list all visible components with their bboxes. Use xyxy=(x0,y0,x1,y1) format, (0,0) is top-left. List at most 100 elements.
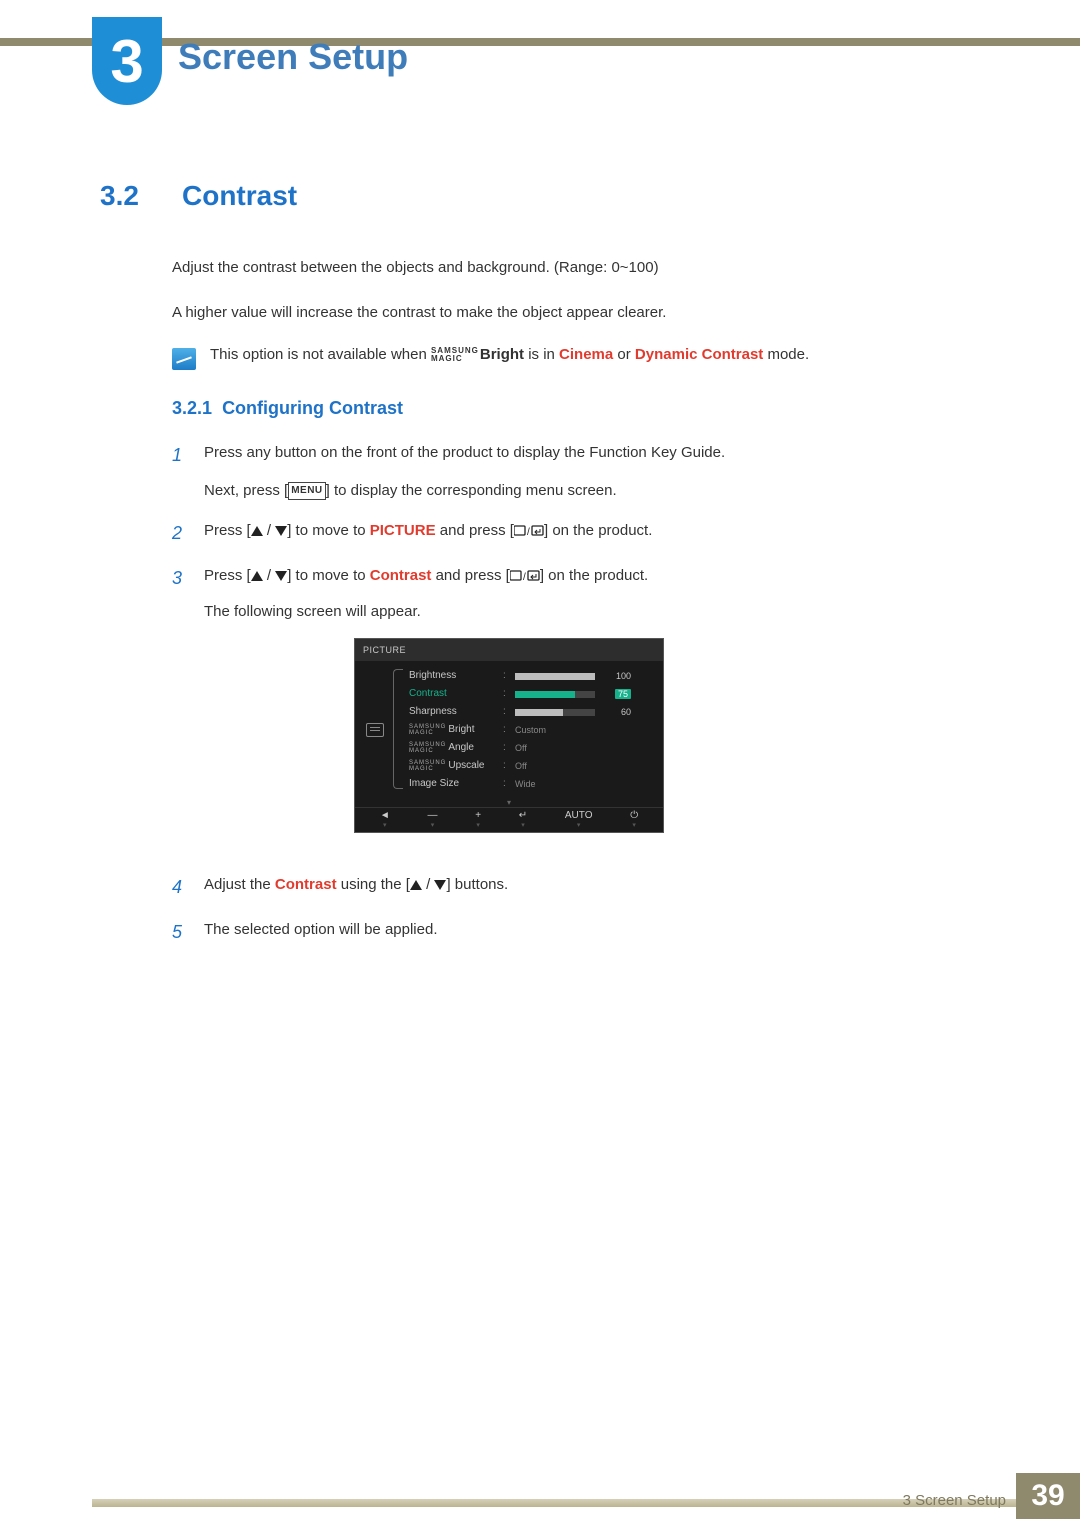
osd-bar xyxy=(515,691,595,698)
osd-colon: : xyxy=(503,722,509,738)
page-footer: 3 Screen Setup 39 xyxy=(0,1467,1080,1527)
osd-label: Sharpness xyxy=(409,704,497,720)
enter-icon: / xyxy=(514,522,544,539)
step-2-body: Press [ / ] to move to PICTURE and press… xyxy=(204,519,1000,548)
up-arrow-icon xyxy=(251,571,263,581)
osd-brace xyxy=(393,669,403,789)
enter-icon: / xyxy=(510,567,540,584)
s3-tail: The following screen will appear. xyxy=(204,600,1000,624)
step-4-body: Adjust the Contrast using the [ / ] butt… xyxy=(204,873,1000,902)
down-arrow-icon xyxy=(434,880,446,890)
osd-label: SAMSUNGMAGICBright xyxy=(409,722,497,738)
osd-row: SAMSUNGMAGICUpscale:Off xyxy=(395,757,655,775)
s2-picture: PICTURE xyxy=(370,522,436,539)
osd-footer-button: ⏻▾ xyxy=(630,812,638,830)
osd-colon: : xyxy=(503,740,509,756)
chapter-title: Screen Setup xyxy=(178,36,408,78)
osd-colon: : xyxy=(503,704,509,720)
osd-bar xyxy=(515,673,595,680)
step-1: 1 Press any button on the front of the p… xyxy=(172,441,1000,503)
step-2: 2 Press [ / ] to move to PICTURE and pre… xyxy=(172,519,1000,548)
subsection-title: Configuring Contrast xyxy=(222,398,403,418)
step-num-1: 1 xyxy=(172,441,188,503)
osd-label: SAMSUNGMAGICAngle xyxy=(409,740,497,756)
note-pre: This option is not available when xyxy=(210,346,431,363)
header-stripe xyxy=(0,38,1080,46)
osd-value: 60 xyxy=(607,705,631,719)
menu-key-icon: MENU xyxy=(288,482,325,500)
osd-row: Contrast: 75 xyxy=(395,685,655,703)
s4-end: ] buttons. xyxy=(446,876,508,893)
osd-colon: : xyxy=(503,776,509,792)
osd-bar xyxy=(515,709,595,716)
osd-value: 75 xyxy=(607,687,631,701)
osd-label: Image Size xyxy=(409,776,497,792)
subsection-number: 3.2.1 xyxy=(172,398,212,418)
section-title: Contrast xyxy=(182,180,297,212)
osd-row: Sharpness: 60 xyxy=(395,703,655,721)
osd-colon: : xyxy=(503,668,509,684)
s3-contrast: Contrast xyxy=(370,567,432,584)
svg-text:/: / xyxy=(523,572,526,582)
osd-value: Off xyxy=(515,741,527,755)
osd-footer-button: ◄▾ xyxy=(380,812,390,830)
step-num-4: 4 xyxy=(172,873,188,902)
osd-row: Image Size: Wide xyxy=(395,775,655,793)
note-bright: Bright xyxy=(480,346,524,363)
osd-picture-icon xyxy=(366,723,384,737)
osd-label: Brightness xyxy=(409,668,497,684)
note-text: This option is not available when SAMSUN… xyxy=(210,346,809,363)
step-5: 5 The selected option will be applied. xyxy=(172,918,1000,947)
step-num-3: 3 xyxy=(172,564,188,857)
note-mid: is in xyxy=(524,346,559,363)
note-cinema: Cinema xyxy=(559,346,613,363)
step-3: 3 Press [ / ] to move to Contrast and pr… xyxy=(172,564,1000,857)
osd-value: Off xyxy=(515,759,527,773)
step-1a: Press any button on the front of the pro… xyxy=(204,441,1000,465)
down-arrow-icon xyxy=(275,526,287,536)
content-area: 3.2 Contrast Adjust the contrast between… xyxy=(100,180,1000,963)
osd-row: Brightness: 100 xyxy=(395,667,655,685)
s2-mid: ] to move to xyxy=(287,522,370,539)
osd-value: Custom xyxy=(515,723,546,737)
osd-footer-button: AUTO▾ xyxy=(565,812,593,830)
osd-value: 100 xyxy=(607,669,631,683)
step-5-body: The selected option will be applied. xyxy=(204,918,1000,947)
step-4: 4 Adjust the Contrast using the [ / ] bu… xyxy=(172,873,1000,902)
section-number: 3.2 xyxy=(100,180,152,212)
note-or: or xyxy=(613,346,635,363)
osd-row: SAMSUNGMAGICAngle: Off xyxy=(395,739,655,757)
osd-label: SAMSUNGMAGICUpscale xyxy=(409,758,497,774)
subsection-header: 3.2.1 Configuring Contrast xyxy=(172,398,1000,419)
intro-p1: Adjust the contrast between the objects … xyxy=(172,257,1000,280)
footer-label: 3 Screen Setup xyxy=(903,1492,1006,1509)
samsung-magic-logo: SAMSUNGMAGIC xyxy=(431,347,479,363)
osd-list: Brightness: 100 Contrast: 75 Sharpness: 60 SAM… xyxy=(395,667,663,793)
up-arrow-icon xyxy=(251,526,263,536)
osd-scroll-down-icon: ▾ xyxy=(355,797,663,807)
s4-pre: Adjust the xyxy=(204,876,275,893)
s1b-pre: Next, press [ xyxy=(204,482,288,499)
s4-contrast: Contrast xyxy=(275,876,337,893)
s4-mid: using the [ xyxy=(337,876,410,893)
osd-value: Wide xyxy=(515,777,536,791)
osd-colon: : xyxy=(503,686,509,702)
s3-end: ] on the product. xyxy=(540,567,648,584)
section-header: 3.2 Contrast xyxy=(100,180,1000,212)
note-dynamic: Dynamic Contrast xyxy=(635,346,763,363)
chapter-badge: 3 xyxy=(92,17,162,105)
intro-p2: A higher value will increase the contras… xyxy=(172,302,1000,325)
footer-page-number: 39 xyxy=(1016,1473,1080,1519)
s2-and: and press [ xyxy=(436,522,514,539)
note-post: mode. xyxy=(763,346,809,363)
down-arrow-icon xyxy=(275,571,287,581)
note-icon xyxy=(172,348,196,370)
s1b-post: ] to display the corresponding menu scre… xyxy=(326,482,617,499)
s3-and: and press [ xyxy=(431,567,509,584)
svg-text:/: / xyxy=(527,527,530,537)
step-num-2: 2 xyxy=(172,519,188,548)
osd-screenshot: PICTURE Brightness:100Contrast:75Sharpne… xyxy=(354,638,664,833)
osd-label: Contrast xyxy=(409,686,497,702)
osd-row: SAMSUNGMAGICBright: Custom xyxy=(395,721,655,739)
osd-footer-button: —▾ xyxy=(427,812,437,830)
